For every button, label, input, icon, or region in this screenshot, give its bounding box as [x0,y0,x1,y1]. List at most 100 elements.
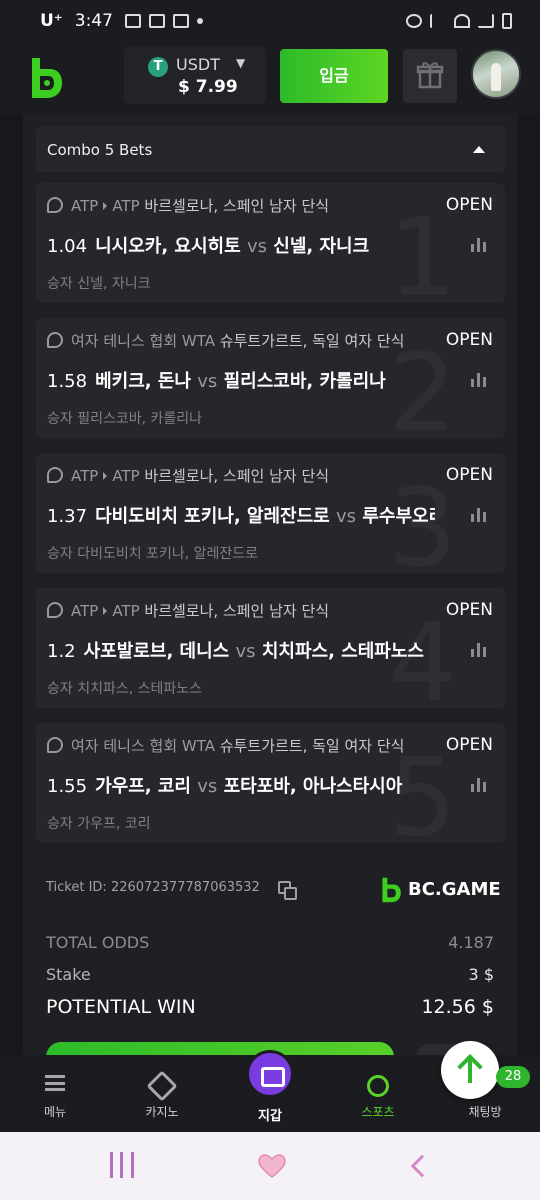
gift-icon [416,62,444,89]
league-event: 바르셀로나, 스페인 남자 단식 [144,602,330,620]
league-line: 여자 테니스 협회 WTA 슈투트가르트, 독일 여자 단식 [47,735,427,756]
bc-game-logo-icon[interactable] [28,56,64,100]
bet-status: OPEN [445,735,493,755]
nav-casino[interactable]: 카지노 [107,1055,217,1132]
mute-icon [430,14,446,28]
menu-icon [45,1075,65,1091]
bet-selection: 승자 가우프, 코리 [47,816,151,832]
stats-icon[interactable] [471,643,487,657]
stats-icon[interactable] [471,238,487,252]
team-away: 포타포바, 아나스타시아 [223,776,403,797]
league-org: ATP [112,197,140,215]
league-org: WTA [181,332,216,350]
league-org: WTA [181,737,216,755]
tennis-racket-icon [47,602,63,618]
home-heart-icon[interactable] [258,1154,286,1178]
bet-odds: 1.04 [47,236,88,257]
combo-title: Combo 5 Bets [47,141,153,159]
vs-label: vs [235,641,256,662]
league-org: ATP [112,467,140,485]
chat-count-badge: 28 [496,1066,530,1088]
combo-header[interactable]: Combo 5 Bets [36,126,505,172]
nav-sports[interactable]: 스포츠 [323,1055,433,1132]
notification-dot-icon [196,18,203,24]
match-line: 1.2 사포발로브, 데니스 vs 치치파스, 스테파노스 [47,637,435,663]
league-line: 여자 테니스 협회 WTA 슈투트가르트, 독일 여자 단식 [47,330,427,351]
stats-icon[interactable] [471,508,487,522]
gift-button[interactable] [403,49,457,103]
league-event: 바르셀로나, 스페인 남자 단식 [144,467,330,485]
league-org: ATP [112,602,140,620]
wallet-selector[interactable]: T USDT ▼ $ 7.99 [124,46,266,104]
bet-status: OPEN [445,195,493,215]
tennis-racket-icon [47,737,63,753]
tennis-racket-icon [47,197,63,213]
nav-menu[interactable]: 메뉴 [0,1055,110,1132]
team-home: 가우프, 코리 [95,776,191,797]
team-away: 루수부오리 [362,506,435,527]
back-icon[interactable] [410,1154,434,1178]
team-home: 니시오카, 요시히토 [95,236,241,257]
league-prefix: ATP [71,467,99,485]
scroll-to-top-button[interactable] [441,1041,499,1099]
bet-status: OPEN [445,465,493,485]
team-home: 베키크, 돈나 [95,371,191,392]
ticket-id: Ticket ID: 226072377787063532 [46,880,260,895]
usdt-coin-icon: T [148,57,168,77]
recent-apps-icon[interactable] [110,1152,134,1178]
nav-menu-label: 메뉴 [43,1105,67,1119]
bet-card[interactable]: 3 ATP ATP 바르셀로나, 스페인 남자 단식 OPEN 1.37 다비도비치… [36,453,505,573]
total-odds-value: 4.187 [448,933,494,952]
shopping-bag-icon [172,14,189,28]
match-line: 1.58 베키크, 돈나 vs 필리스코바, 카롤리나 [47,367,435,393]
league-prefix: ATP [71,602,99,620]
chevron-right-icon [103,472,108,480]
wallet-icon[interactable] [246,1050,294,1098]
total-odds-label: TOTAL ODDS [46,933,150,952]
bet-status: OPEN [445,600,493,620]
wifi-icon [454,14,470,28]
carrier-label: U⁺ [40,11,63,31]
bet-card[interactable]: 5 여자 테니스 협회 WTA 슈투트가르트, 독일 여자 단식 OPEN 1.… [36,723,505,843]
team-away: 치치파스, 스테파노스 [261,641,424,662]
copy-icon[interactable] [278,881,297,900]
stats-icon[interactable] [471,373,487,387]
clock: 3:47 [74,11,113,31]
match-line: 1.37 다비도비치 포키나, 알레잔드로 vs 루수부오리 [47,502,435,528]
vs-label: vs [197,371,218,392]
balance-amount: $ 7.99 [178,77,238,97]
alarm-icon [406,14,422,28]
vs-label: vs [336,506,357,527]
currency-name: USDT [176,55,220,74]
chevron-down-icon: ▼ [236,56,246,70]
bet-odds: 1.55 [47,776,88,797]
caret-up-icon [473,146,485,153]
screen-icon [124,14,141,28]
stats-icon[interactable] [471,778,487,792]
tennis-racket-icon [47,467,63,483]
bet-selection: 승자 신넬, 자니크 [47,276,151,292]
deposit-button[interactable]: 입금 [280,49,388,103]
nav-casino-label: 카지노 [145,1105,179,1119]
bet-selection: 승자 다비도비치 포키나, 알레잔드로 [47,546,258,562]
potential-win-value: 12.56 $ [421,996,494,1018]
user-avatar[interactable] [471,49,521,99]
nav-chat-label: 채팅방 [468,1105,502,1119]
bet-card[interactable]: 1 ATP ATP 바르셀로나, 스페인 남자 단식 OPEN 1.04 니시오카,… [36,183,505,303]
vs-label: vs [197,776,218,797]
nav-sports-label: 스포츠 [361,1105,395,1119]
league-line: ATP ATP 바르셀로나, 스페인 남자 단식 [47,195,427,216]
stake-label: Stake [46,965,91,984]
league-line: ATP ATP 바르셀로나, 스페인 남자 단식 [47,465,427,486]
bet-card[interactable]: 4 ATP ATP 바르셀로나, 스페인 남자 단식 OPEN 1.2 사포발로브,… [36,588,505,708]
gallery-icon [148,14,165,28]
system-nav-bar [0,1132,540,1200]
bet-status: OPEN [445,330,493,350]
signal-icon [478,14,494,28]
bet-odds: 1.2 [47,641,76,662]
team-home: 다비도비치 포키나, 알레잔드로 [95,506,330,527]
league-event: 바르셀로나, 스페인 남자 단식 [144,197,330,215]
total-odds-row: TOTAL ODDS 4.187 [46,933,494,952]
stake-row: Stake 3 $ [46,965,494,984]
bet-card[interactable]: 2 여자 테니스 협회 WTA 슈투트가르트, 독일 여자 단식 OPEN 1.… [36,318,505,438]
